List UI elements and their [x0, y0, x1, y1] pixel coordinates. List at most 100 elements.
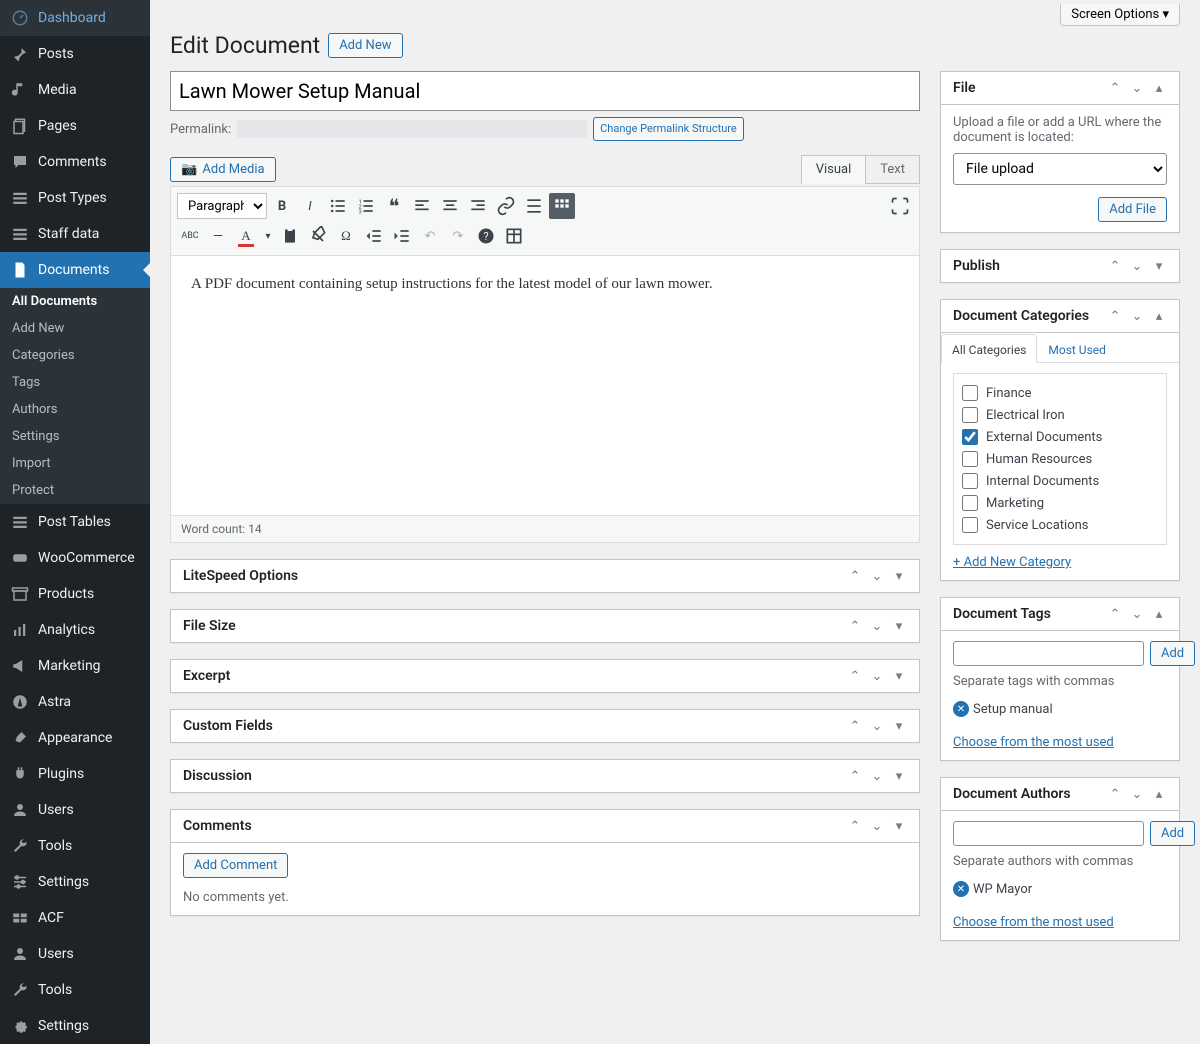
move-down-icon[interactable]: ⌄	[1129, 259, 1145, 274]
tab-most-used[interactable]: Most Used	[1037, 334, 1117, 363]
category-checkbox[interactable]	[962, 429, 978, 445]
toggle-icon[interactable]: ▴	[1151, 607, 1167, 622]
text-color-dropdown-icon[interactable]: ▾	[261, 223, 275, 249]
move-up-icon[interactable]: ⌃	[1107, 81, 1123, 96]
sidebar-item-acf[interactable]: ACF	[0, 900, 150, 936]
toolbar-toggle-icon[interactable]	[549, 193, 575, 219]
submenu-item-categories[interactable]: Categories	[0, 342, 150, 369]
format-select[interactable]: Paragraph	[177, 193, 267, 219]
undo-icon[interactable]: ↶	[417, 223, 443, 249]
sidebar-item-settings[interactable]: Settings	[0, 1008, 150, 1044]
move-up-icon[interactable]: ⌃	[847, 669, 863, 684]
category-item[interactable]: Electrical Iron	[962, 404, 1158, 426]
authors-input[interactable]	[953, 821, 1144, 846]
remove-tag-icon[interactable]: ✕	[953, 701, 969, 717]
toggle-icon[interactable]: ▴	[1151, 787, 1167, 802]
move-down-icon[interactable]: ⌄	[869, 819, 885, 834]
screen-options-button[interactable]: Screen Options ▾	[1060, 4, 1180, 26]
toggle-icon[interactable]: ▾	[891, 719, 907, 734]
move-up-icon[interactable]: ⌃	[847, 819, 863, 834]
toggle-icon[interactable]: ▾	[891, 819, 907, 834]
category-checkbox[interactable]	[962, 451, 978, 467]
move-up-icon[interactable]: ⌃	[1107, 607, 1123, 622]
tags-input[interactable]	[953, 641, 1144, 666]
sidebar-item-media[interactable]: Media	[0, 72, 150, 108]
read-more-icon[interactable]	[521, 193, 547, 219]
sidebar-item-woocommerce[interactable]: WooCommerce	[0, 540, 150, 576]
sidebar-item-post-types[interactable]: Post Types	[0, 180, 150, 216]
move-up-icon[interactable]: ⌃	[847, 619, 863, 634]
choose-most-used-authors-link[interactable]: Choose from the most used	[953, 915, 1114, 930]
toggle-icon[interactable]: ▾	[1151, 259, 1167, 274]
redo-icon[interactable]: ↷	[445, 223, 471, 249]
italic-icon[interactable]: I	[297, 193, 323, 219]
sidebar-item-users[interactable]: Users	[0, 792, 150, 828]
choose-most-used-tags-link[interactable]: Choose from the most used	[953, 735, 1114, 750]
sidebar-item-pages[interactable]: Pages	[0, 108, 150, 144]
toggle-icon[interactable]: ▾	[891, 769, 907, 784]
link-icon[interactable]	[493, 193, 519, 219]
category-checkbox[interactable]	[962, 385, 978, 401]
sidebar-item-marketing[interactable]: Marketing	[0, 648, 150, 684]
tab-all-categories[interactable]: All Categories	[941, 334, 1037, 363]
bullet-list-icon[interactable]	[325, 193, 351, 219]
strikethrough-icon[interactable]: ABC	[177, 223, 203, 249]
move-down-icon[interactable]: ⌄	[869, 769, 885, 784]
sidebar-item-dashboard[interactable]: Dashboard	[0, 0, 150, 36]
submenu-item-settings[interactable]: Settings	[0, 423, 150, 450]
submenu-item-authors[interactable]: Authors	[0, 396, 150, 423]
move-down-icon[interactable]: ⌄	[1129, 309, 1145, 324]
align-left-icon[interactable]	[409, 193, 435, 219]
sidebar-item-astra[interactable]: Astra	[0, 684, 150, 720]
category-item[interactable]: Marketing	[962, 492, 1158, 514]
move-up-icon[interactable]: ⌃	[847, 769, 863, 784]
category-item[interactable]: Internal Documents	[962, 470, 1158, 492]
sidebar-item-post-tables[interactable]: Post Tables	[0, 504, 150, 540]
move-up-icon[interactable]: ⌃	[1107, 787, 1123, 802]
numbered-list-icon[interactable]: 123	[353, 193, 379, 219]
blockquote-icon[interactable]: ❝	[381, 193, 407, 219]
category-checkbox[interactable]	[962, 517, 978, 533]
submenu-item-add-new[interactable]: Add New	[0, 315, 150, 342]
move-down-icon[interactable]: ⌄	[869, 569, 885, 584]
sidebar-item-analytics[interactable]: Analytics	[0, 612, 150, 648]
add-tag-button[interactable]: Add	[1150, 641, 1195, 666]
category-item[interactable]: External Documents	[962, 426, 1158, 448]
outdent-icon[interactable]	[361, 223, 387, 249]
indent-icon[interactable]	[389, 223, 415, 249]
tab-visual[interactable]: Visual	[801, 155, 867, 184]
move-down-icon[interactable]: ⌄	[1129, 607, 1145, 622]
table-icon[interactable]	[501, 223, 527, 249]
move-down-icon[interactable]: ⌄	[869, 719, 885, 734]
sidebar-item-tools[interactable]: Tools	[0, 828, 150, 864]
distraction-free-icon[interactable]	[887, 193, 913, 219]
sidebar-item-tools[interactable]: Tools	[0, 972, 150, 1008]
submenu-item-protect[interactable]: Protect	[0, 477, 150, 504]
sidebar-item-appearance[interactable]: Appearance	[0, 720, 150, 756]
toggle-icon[interactable]: ▴	[1151, 309, 1167, 324]
submenu-item-all-documents[interactable]: All Documents	[0, 288, 150, 315]
text-color-icon[interactable]: A	[233, 223, 259, 249]
category-checkbox[interactable]	[962, 407, 978, 423]
sidebar-item-settings[interactable]: Settings	[0, 864, 150, 900]
sidebar-item-users[interactable]: Users	[0, 936, 150, 972]
help-icon[interactable]: ?	[473, 223, 499, 249]
move-down-icon[interactable]: ⌄	[869, 669, 885, 684]
move-down-icon[interactable]: ⌄	[1129, 787, 1145, 802]
sidebar-item-staff-data[interactable]: Staff data	[0, 216, 150, 252]
sidebar-item-posts[interactable]: Posts	[0, 36, 150, 72]
sidebar-item-products[interactable]: Products	[0, 576, 150, 612]
move-up-icon[interactable]: ⌃	[1107, 259, 1123, 274]
move-down-icon[interactable]: ⌄	[869, 619, 885, 634]
bold-icon[interactable]: B	[269, 193, 295, 219]
tab-text[interactable]: Text	[865, 155, 920, 184]
category-item[interactable]: Human Resources	[962, 448, 1158, 470]
special-char-icon[interactable]: Ω	[333, 223, 359, 249]
paste-text-icon[interactable]	[277, 223, 303, 249]
toggle-icon[interactable]: ▾	[891, 669, 907, 684]
change-permalink-button[interactable]: Change Permalink Structure	[593, 117, 744, 141]
sidebar-item-comments[interactable]: Comments	[0, 144, 150, 180]
align-right-icon[interactable]	[465, 193, 491, 219]
add-new-category-link[interactable]: + Add New Category	[953, 555, 1071, 570]
add-comment-button[interactable]: Add Comment	[183, 853, 288, 878]
